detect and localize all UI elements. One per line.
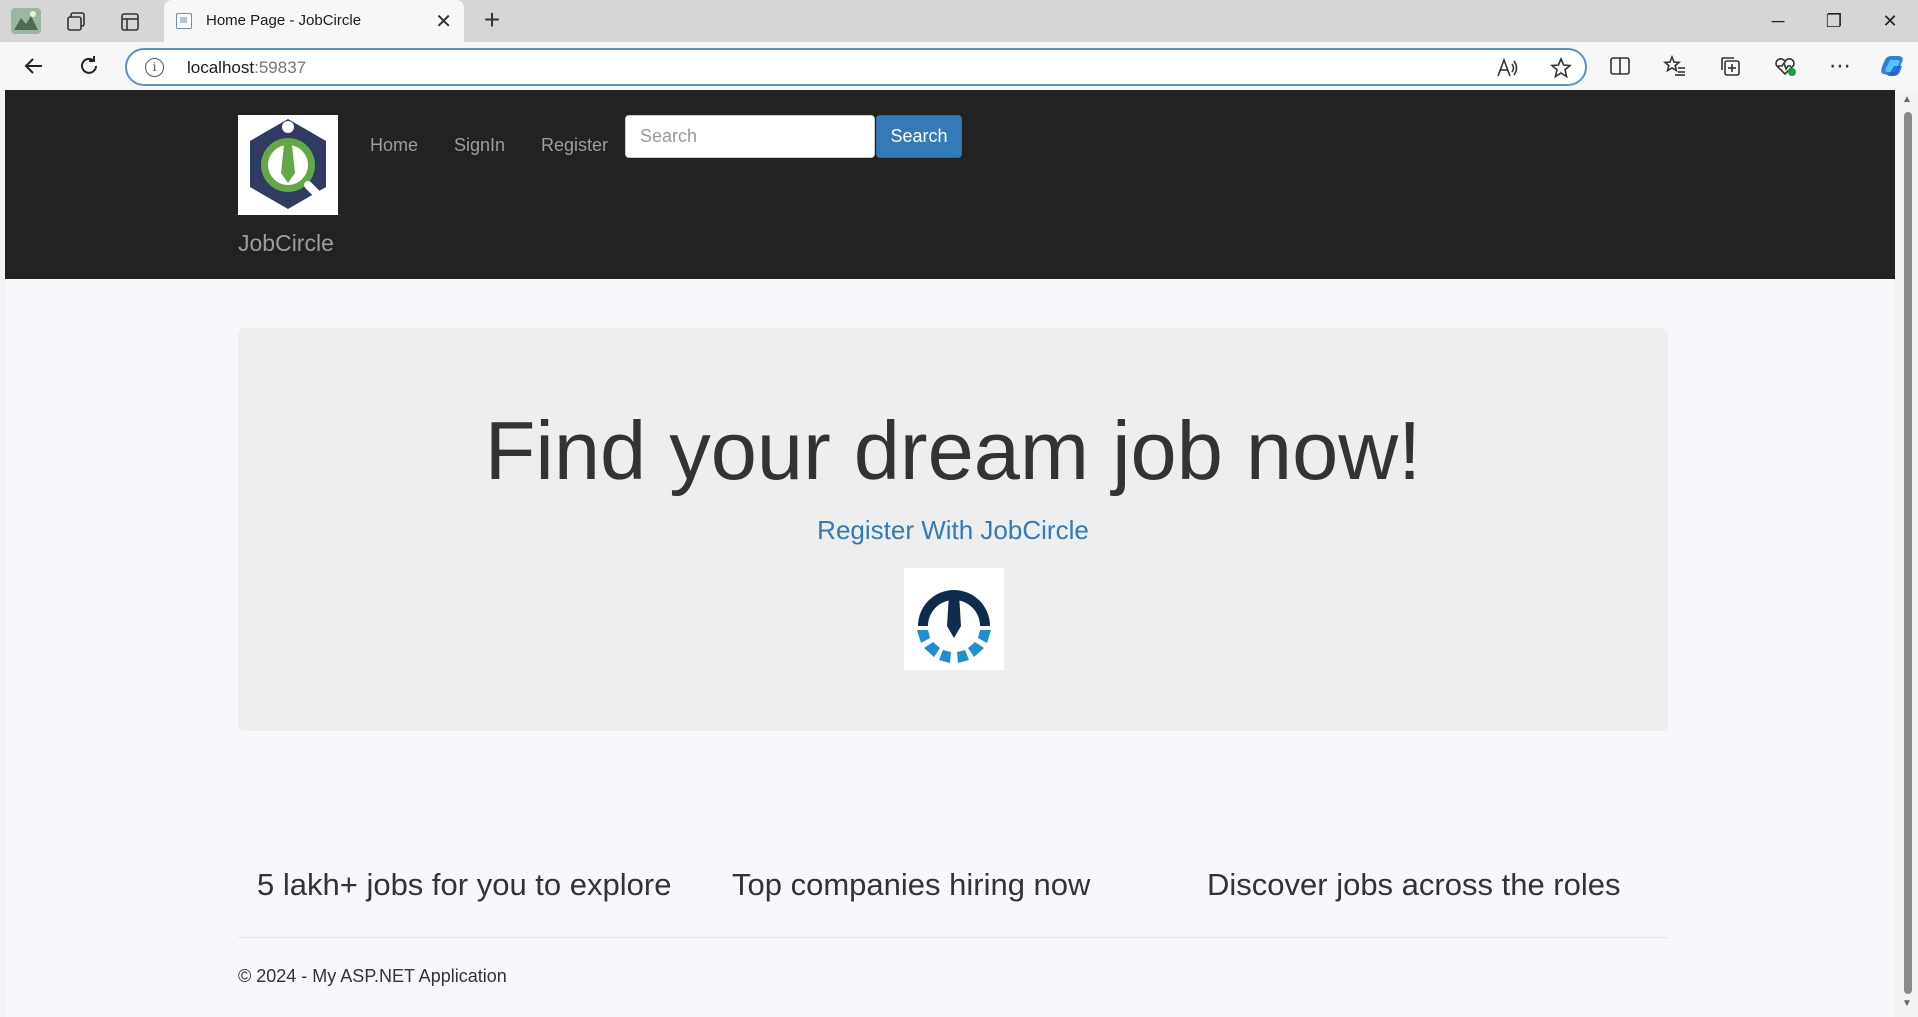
hero-jumbotron: Find your dream job now! Register With J… — [238, 328, 1668, 731]
footer-divider — [238, 937, 1668, 938]
register-with-jobcircle-link[interactable]: Register With JobCircle — [238, 515, 1668, 546]
new-tab-button[interactable]: + — [478, 4, 506, 36]
workspaces-icon[interactable] — [62, 8, 90, 36]
site-info-icon[interactable]: i — [145, 58, 164, 77]
copilot-icon[interactable] — [1874, 48, 1910, 84]
brand-name[interactable]: JobCircle — [238, 230, 334, 257]
feature-jobs-count: 5 lakh+ jobs for you to explore — [257, 867, 672, 902]
scroll-thumb[interactable] — [1904, 112, 1912, 994]
site-navbar: JobCircle Home SignIn Register Search — [5, 90, 1895, 279]
nav-signin-link[interactable]: SignIn — [454, 135, 505, 156]
page-scrollbar[interactable]: ▲ ▼ — [1897, 90, 1918, 1017]
restore-button[interactable]: ❐ — [1806, 0, 1862, 42]
back-arrow-icon[interactable] — [16, 48, 52, 84]
tab-close-icon[interactable]: ✕ — [435, 9, 452, 34]
page-viewport: JobCircle Home SignIn Register Search Fi… — [5, 90, 1895, 1017]
footer-copyright: © 2024 - My ASP.NET Application — [238, 966, 507, 986]
page-favicon-icon — [176, 13, 192, 29]
scroll-up-icon[interactable]: ▲ — [1902, 94, 1912, 105]
refresh-icon[interactable] — [71, 48, 107, 84]
browser-essentials-icon[interactable] — [1767, 48, 1803, 84]
feature-top-companies: Top companies hiring now — [732, 867, 1091, 902]
nav-register-link[interactable]: Register — [541, 135, 608, 156]
more-menu-icon[interactable]: ⋯ — [1822, 48, 1858, 84]
split-screen-icon[interactable] — [1602, 48, 1638, 84]
feature-discover-roles: Discover jobs across the roles — [1207, 867, 1621, 902]
address-port: :59837 — [254, 58, 307, 77]
browser-toolbar: i localhost:59837 ⋯ — [0, 42, 1918, 90]
nav-home-link[interactable]: Home — [370, 135, 418, 156]
scroll-down-icon[interactable]: ▼ — [1902, 998, 1912, 1009]
browser-tabstrip: Home Page - JobCircle ✕ + ─ ❐ ✕ — [0, 0, 1918, 42]
address-url[interactable]: localhost:59837 — [187, 58, 306, 78]
search-button[interactable]: Search — [876, 115, 962, 158]
vertical-tabs-icon[interactable] — [116, 8, 144, 36]
profile-avatar[interactable] — [10, 6, 42, 36]
read-aloud-icon[interactable] — [1489, 50, 1525, 86]
address-bar[interactable]: i localhost:59837 — [125, 48, 1587, 86]
search-input[interactable] — [625, 115, 875, 158]
active-tab[interactable]: Home Page - JobCircle ✕ — [164, 0, 464, 42]
favorites-icon[interactable] — [1657, 48, 1693, 84]
site-logo[interactable] — [238, 115, 338, 215]
hero-title: Find your dream job now! — [484, 404, 1422, 497]
collections-icon[interactable] — [1712, 48, 1748, 84]
hero-logo — [904, 568, 1004, 670]
tab-title: Home Page - JobCircle — [206, 12, 362, 29]
close-window-button[interactable]: ✕ — [1862, 0, 1918, 42]
minimize-button[interactable]: ─ — [1750, 0, 1806, 42]
favorite-star-icon[interactable] — [1543, 50, 1579, 86]
address-host: localhost — [187, 58, 255, 77]
